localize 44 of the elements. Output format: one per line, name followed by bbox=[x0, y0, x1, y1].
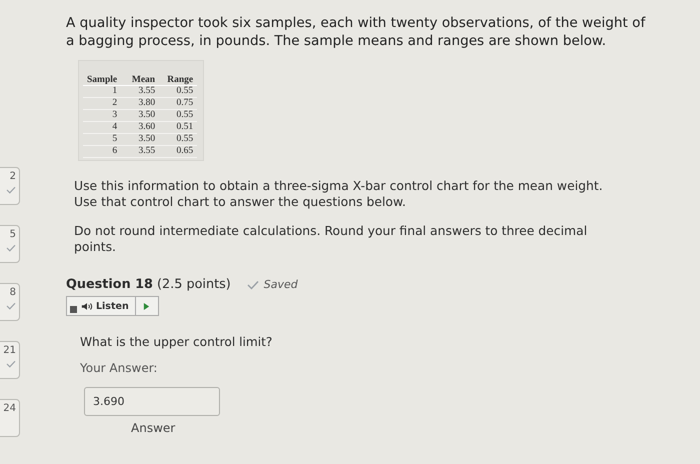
table-cell: 0.51 bbox=[159, 122, 198, 134]
table-cell: 3 bbox=[83, 110, 122, 122]
check-icon bbox=[6, 244, 16, 252]
menu-icon[interactable] bbox=[70, 306, 77, 312]
table-cell: 3.60 bbox=[121, 122, 160, 134]
instruction-text: Do not round intermediate calculations. Round your final answers to three decimal points. bbox=[74, 223, 588, 255]
answer-caption: Answer bbox=[131, 420, 176, 434]
column-header: Range bbox=[159, 75, 198, 86]
check-icon bbox=[6, 360, 16, 368]
question-tile[interactable]: 24 bbox=[0, 399, 20, 437]
play-icon bbox=[143, 302, 150, 310]
question-tile[interactable]: 8 bbox=[0, 283, 20, 321]
table-cell: 0.55 bbox=[159, 134, 198, 146]
table-cell: 3.55 bbox=[121, 146, 160, 158]
check-icon bbox=[6, 302, 16, 310]
table-cell: 3.50 bbox=[121, 134, 160, 146]
table-cell: 5 bbox=[83, 134, 122, 146]
question-tile[interactable]: 2 bbox=[0, 167, 20, 205]
answer-field[interactable]: 3.690 bbox=[84, 386, 220, 416]
question-tile[interactable]: 21 bbox=[0, 341, 20, 379]
table-cell: 0.75 bbox=[159, 98, 198, 110]
saved-check-icon bbox=[246, 280, 259, 290]
table-cell: 3.80 bbox=[121, 98, 160, 110]
question-tile[interactable]: 5 bbox=[0, 225, 20, 263]
column-header: Mean bbox=[121, 75, 160, 86]
question-intro: A quality inspector took six samples, each with twenty observations, of the weight of a bagging process, in pounds. The sample means and ranges are shown below. bbox=[66, 14, 646, 50]
question-title: Question 18 (2.5 points) bbox=[66, 277, 231, 292]
speaker-icon bbox=[81, 302, 93, 310]
table-cell: 0.65 bbox=[159, 146, 198, 158]
table-cell: 2 bbox=[83, 98, 122, 110]
table-cell: 1 bbox=[83, 86, 122, 98]
table-cell: 3.50 bbox=[121, 110, 160, 122]
table-cell: 3.55 bbox=[121, 86, 160, 98]
column-header: Sample bbox=[83, 75, 122, 86]
table-cell: 0.55 bbox=[159, 86, 198, 98]
saved-status: Saved bbox=[264, 278, 298, 291]
instruction-text: Use this information to obtain a three-sigma X-bar control chart for the mean weight. Use that control chart to answer the questions below. bbox=[74, 178, 604, 210]
answer-label: Your Answer: bbox=[80, 360, 158, 374]
question-prompt: What is the upper control limit? bbox=[80, 334, 274, 348]
table-cell: 4 bbox=[83, 122, 122, 134]
check-icon bbox=[6, 186, 16, 194]
listen-button[interactable]: Listen bbox=[79, 297, 136, 315]
table-cell: 0.55 bbox=[159, 110, 198, 122]
table-cell: 6 bbox=[83, 146, 122, 158]
